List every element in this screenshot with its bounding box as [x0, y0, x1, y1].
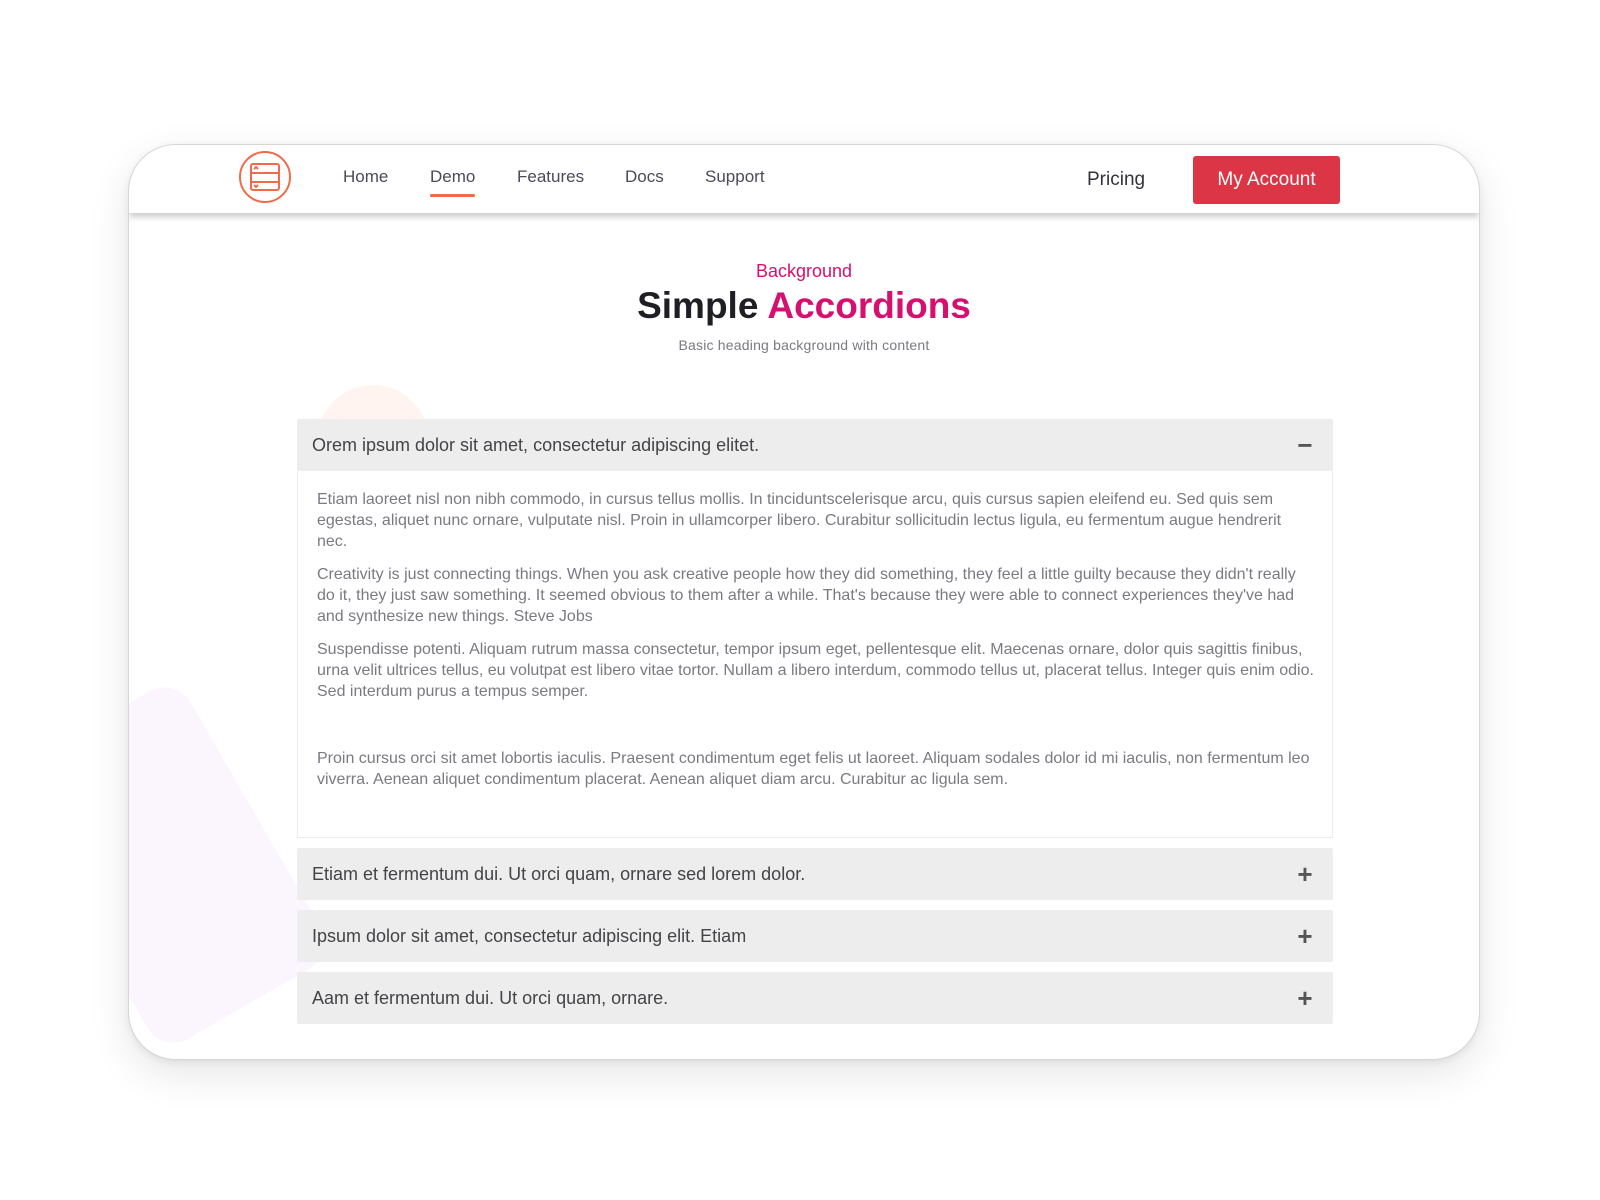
- plus-icon[interactable]: +: [1295, 985, 1315, 1011]
- nav-features[interactable]: Features: [517, 167, 584, 187]
- accordion-title: Aam et fermentum dui. Ut orci quam, orna…: [312, 987, 669, 1008]
- device-frame: Home Demo Features Docs Support Pricing …: [128, 144, 1480, 1060]
- minus-icon[interactable]: −: [1295, 432, 1315, 458]
- accordion-item: Orem ipsum dolor sit amet, consectetur a…: [297, 419, 1333, 838]
- accordion-title: Ipsum dolor sit amet, consectetur adipis…: [312, 925, 747, 946]
- section-heading: Background Simple Accordions Basic headi…: [129, 260, 1479, 353]
- accordion-header[interactable]: Etiam et fermentum dui. Ut orci quam, or…: [297, 848, 1333, 900]
- accordion-item: Ipsum dolor sit amet, consectetur adipis…: [297, 910, 1333, 962]
- accordion-item: Etiam et fermentum dui. Ut orci quam, or…: [297, 848, 1333, 900]
- accordion-paragraph: Etiam laoreet nisl non nibh commodo, in …: [317, 491, 1282, 550]
- accordion-header[interactable]: Orem ipsum dolor sit amet, consectetur a…: [297, 419, 1333, 471]
- nav-home[interactable]: Home: [343, 167, 388, 187]
- accordion-header[interactable]: Aam et fermentum dui. Ut orci quam, orna…: [297, 972, 1333, 1024]
- navbar: Home Demo Features Docs Support Pricing …: [129, 145, 1479, 213]
- title-accent: Accordions: [767, 285, 971, 326]
- accordion-title: Orem ipsum dolor sit amet, consectetur a…: [312, 434, 760, 455]
- accordion-paragraph: Creativity is just connecting things. Wh…: [317, 566, 1296, 625]
- title-plain: Simple: [637, 285, 759, 326]
- my-account-button[interactable]: My Account: [1193, 156, 1340, 204]
- accordion-paragraph: Suspendisse potenti. Aliquam rutrum mass…: [317, 641, 1314, 700]
- page-title: Simple Accordions: [129, 284, 1479, 328]
- accordion-logo-icon[interactable]: [239, 151, 291, 203]
- nav-pricing[interactable]: Pricing: [1087, 169, 1145, 191]
- accordion-body: Etiam laoreet nisl non nibh commodo, in …: [297, 471, 1333, 838]
- accordion-header[interactable]: Ipsum dolor sit amet, consectetur adipis…: [297, 910, 1333, 962]
- heading-subtitle: Basic heading background with content: [678, 337, 930, 353]
- plus-icon[interactable]: +: [1295, 861, 1315, 887]
- nav-demo[interactable]: Demo: [430, 167, 476, 197]
- heading-eyebrow: Background: [755, 261, 853, 281]
- nav-support[interactable]: Support: [705, 167, 765, 187]
- accordion: Orem ipsum dolor sit amet, consectetur a…: [297, 419, 1333, 1034]
- accordion-title: Etiam et fermentum dui. Ut orci quam, or…: [312, 863, 806, 884]
- accordion-item: Aam et fermentum dui. Ut orci quam, orna…: [297, 972, 1333, 1024]
- nav-docs[interactable]: Docs: [625, 167, 664, 187]
- accordion-paragraph: Proin cursus orci sit amet lobortis iacu…: [317, 750, 1310, 788]
- plus-icon[interactable]: +: [1295, 923, 1315, 949]
